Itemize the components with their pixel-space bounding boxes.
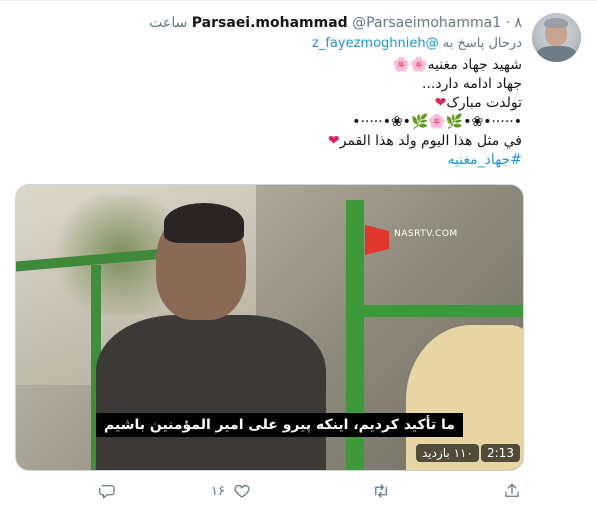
text-line-5: في مثل هذا اليوم ولد هذا القمر❤	[82, 132, 522, 151]
heart-icon	[234, 484, 250, 498]
avatar[interactable]	[532, 13, 581, 62]
video-watermark: NASRTV.COM	[394, 229, 458, 239]
text-line-2: جهاد ادامه دارد...	[422, 76, 522, 92]
text-line-3: تولدت مبارک❤	[82, 94, 522, 113]
flower-emoji: 🌸🌸	[392, 57, 428, 73]
like-button[interactable]: ۱۶	[207, 479, 251, 503]
heart-emoji: ❤	[327, 133, 340, 149]
video-duration: 2:13	[481, 444, 520, 462]
video-person-hair	[164, 203, 244, 243]
tweet-header: Parsaei.mohammad @Parsaeimohamma1 · ۸ سا…	[149, 13, 522, 33]
tweet-text: شهید جهاد مغنیه🌸🌸 جهاد ادامه دارد... تول…	[82, 56, 522, 170]
avatar-body	[536, 46, 577, 62]
hashtag-link[interactable]: #جهاد_مغنيه	[447, 152, 522, 168]
author-name[interactable]: Parsaei.mohammad	[192, 15, 348, 31]
reply-icon	[99, 485, 115, 499]
retweet-icon	[375, 484, 387, 498]
text-line-1: شهید جهاد مغنیه🌸🌸	[82, 56, 522, 75]
reply-prefix: درحال پاسخ به	[442, 36, 522, 51]
retweet-button[interactable]	[372, 479, 390, 503]
video-view-count: ۱۱۰ بازدید	[416, 444, 479, 462]
text-line-3-content: تولدت مبارک	[446, 95, 522, 111]
reply-mention[interactable]: @z_fayezmoghnieh	[312, 36, 439, 51]
separator-dot: ·	[505, 15, 511, 31]
video-subtitle: ما تأکید کردیم، اینکه پیرو علی امیر المؤ…	[96, 413, 463, 437]
nasrtv-logo-icon	[365, 225, 389, 255]
reply-context: درحال پاسخ به @z_fayezmoghnieh	[312, 35, 522, 53]
tweet: Parsaei.mohammad @Parsaeimohamma1 · ۸ سا…	[0, 0, 597, 510]
video-person-body	[96, 315, 326, 470]
author-handle[interactable]: @Parsaeimohamma1	[352, 15, 501, 31]
avatar-hair	[544, 18, 568, 28]
hashtag-line: #جهاد_مغنيه	[82, 151, 522, 170]
video-player[interactable]: NASRTV.COM ما تأکید کردیم، اینکه پیرو عل…	[15, 184, 524, 471]
text-line-5-content: في مثل هذا اليوم ولد هذا القمر	[339, 133, 522, 149]
share-icon	[505, 483, 519, 497]
tweet-actions: ۱۶	[0, 479, 597, 503]
heart-emoji: ❤	[434, 95, 447, 111]
share-button[interactable]	[503, 479, 521, 503]
text-line-4-decoration: •·····•❀•🌿🌸🌿•❀•·····•	[352, 114, 522, 130]
video-green-railing	[346, 305, 523, 317]
text-line-1-content: شهید جهاد مغنیه	[427, 57, 522, 73]
reply-button[interactable]	[99, 479, 117, 503]
like-count: ۱۶	[211, 483, 225, 499]
